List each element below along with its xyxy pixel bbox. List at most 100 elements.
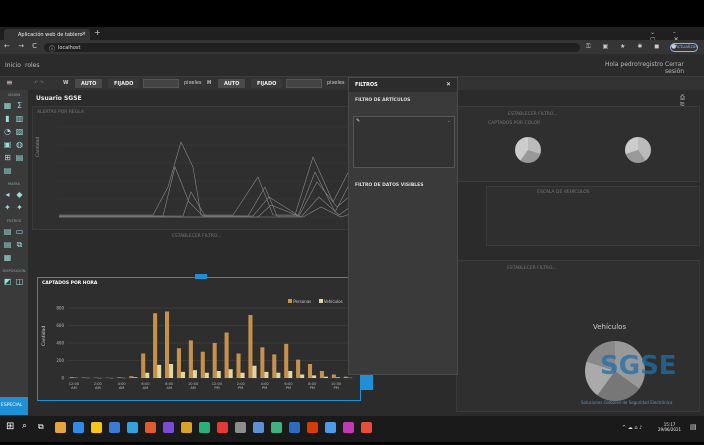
menu-request[interactable]: Hola pedro!	[605, 61, 640, 68]
taskbar-app-13-icon[interactable]	[271, 422, 282, 433]
bar-vehiculos	[240, 372, 245, 378]
special-button[interactable]: ESPECIAL	[0, 397, 28, 415]
bar-vehiculos	[157, 364, 162, 378]
taskbar-app-3-icon[interactable]	[91, 422, 102, 433]
pie-chart-icon[interactable]: ◔	[3, 127, 12, 136]
tab-layout-icon[interactable]: ◫	[15, 277, 24, 286]
y-tick-label: 400	[56, 341, 64, 346]
tray-icons-icon[interactable]: ^ ☁ ⌂ ♪	[622, 425, 642, 431]
nav-arrows-icon[interactable]: ← → C	[4, 42, 40, 50]
bar-personas	[343, 376, 348, 378]
width-input[interactable]	[143, 79, 179, 88]
menu-register[interactable]: registro	[640, 61, 663, 68]
taskbar-app-15-icon[interactable]	[307, 422, 318, 433]
card-icon[interactable]: ▣	[3, 140, 12, 149]
clock: 15:17 29/06/2021	[658, 422, 681, 432]
taskbar-app-11-icon[interactable]	[235, 422, 246, 433]
filter-range-icon[interactable]: ▤	[3, 240, 12, 249]
taskbar-app-5-icon[interactable]	[127, 422, 138, 433]
browser-tab[interactable]: Aplicación web de tablero ×	[4, 29, 90, 40]
special-label: ESPECIAL	[1, 403, 23, 408]
new-tab-icon[interactable]: +	[94, 28, 101, 37]
image-icon[interactable]: ▨	[15, 127, 24, 136]
line-chart-ylabel: Cantidad	[36, 136, 41, 157]
sum-icon[interactable]: Σ	[15, 101, 24, 110]
height-input[interactable]	[286, 79, 322, 88]
auto-width-button[interactable]: AUTO	[75, 79, 103, 88]
filter-combo-icon[interactable]: ▤	[3, 227, 12, 236]
bar-personas	[248, 315, 253, 378]
menu-logout[interactable]: Cerrar sesión	[665, 61, 704, 75]
notifications-icon[interactable]: ▤	[690, 423, 697, 431]
taskbar-app-12-icon[interactable]	[253, 422, 264, 433]
map-pin-icon[interactable]: ◂	[3, 190, 12, 199]
close-icon[interactable]: ✕	[446, 81, 451, 88]
grid-icon[interactable]: ▦	[3, 101, 12, 110]
task-view-icon[interactable]: ⧉	[38, 422, 44, 432]
taskbar-app-14-icon[interactable]	[289, 422, 300, 433]
resize-handle-icon[interactable]	[195, 274, 207, 279]
menu-roles[interactable]: roles	[25, 62, 40, 69]
auto-height-button[interactable]: AUTO	[218, 79, 246, 88]
close-icon[interactable]: ×	[82, 31, 86, 37]
fixed-width-button[interactable]: FIJADO	[108, 79, 140, 88]
layout-icon[interactable]: ◩	[3, 277, 12, 286]
hours-chart-card: ESCALA DE VEHÍCULOS	[486, 186, 700, 246]
filter-tree-icon[interactable]: ⧉	[15, 240, 24, 249]
column-chart-icon[interactable]: ▥	[15, 114, 24, 123]
company-tagline: Soluciones Globales de Seguridad Electró…	[581, 400, 673, 405]
url-field[interactable]: ⓘ localhost	[44, 43, 580, 53]
y-tick-label: 200	[56, 358, 64, 363]
map-route-icon[interactable]: ✦	[15, 203, 24, 212]
taskbar-app-10-icon[interactable]	[217, 422, 228, 433]
bar-chart-card[interactable]: CAPTADOS POR HORA Personas Vehículos Can…	[37, 277, 361, 401]
taskbar-app-9-icon[interactable]	[199, 422, 210, 433]
app-window: Aplicación web de tablero × + ⌄ – ▢ ✕ ← …	[0, 27, 704, 442]
map-shape-icon[interactable]: ◆	[15, 190, 24, 199]
pie-chart-2	[625, 137, 651, 163]
text-icon[interactable]: ▤	[15, 153, 24, 162]
taskbar-app-2-icon[interactable]	[73, 422, 84, 433]
x-tick-label-ampm: AM	[95, 386, 101, 390]
bar-vehiculos	[228, 369, 233, 378]
taskbar-app-16-icon[interactable]	[325, 422, 336, 433]
extensions-icon[interactable]: ⚿ ▣ ★ ✱ ◼ ●	[586, 43, 681, 51]
start-icon[interactable]: ⊞	[6, 421, 14, 432]
bar-personas	[176, 348, 181, 378]
taskbar-app-17-icon[interactable]	[343, 422, 354, 433]
search-icon[interactable]: ⌕	[22, 421, 27, 431]
chevron-down-icon[interactable]: ⌄	[447, 118, 451, 124]
bar-personas	[236, 353, 241, 378]
bar-vehiculos	[276, 372, 281, 378]
taskbar-app-8-icon[interactable]	[181, 422, 192, 433]
width-units: pixeles	[184, 80, 202, 86]
update-button[interactable]: Actualizar	[670, 43, 698, 52]
hours-chart-title: ESCALA DE VEHÍCULOS	[537, 190, 590, 195]
taskbar-app-18-icon[interactable]	[361, 422, 372, 433]
taskbar-app-4-icon[interactable]	[109, 422, 120, 433]
map-bubble-icon[interactable]: ✦	[3, 203, 12, 212]
bar-chart-icon[interactable]: ▮	[3, 114, 12, 123]
x-tick-label-ampm: PM	[238, 386, 243, 390]
fixed-height-button[interactable]: FIJADO	[251, 79, 283, 88]
bar-vehiculos	[264, 371, 269, 378]
bar-personas	[212, 343, 217, 378]
hamburger-icon[interactable]: ≡	[6, 78, 13, 87]
pie-chart-subtitle: CAPTADOS POR COLOR	[488, 121, 541, 126]
undo-redo-icon[interactable]: ↶ ↷	[34, 80, 44, 86]
gauge-icon[interactable]: ◍	[15, 140, 24, 149]
taskbar-app-1-icon[interactable]	[55, 422, 66, 433]
list-icon[interactable]: ▤	[3, 166, 12, 175]
table-icon[interactable]: ⊞	[3, 153, 12, 162]
bar-personas	[224, 332, 229, 378]
filter-list-icon[interactable]: ▭	[15, 227, 24, 236]
menu-home[interactable]: Inicio	[5, 62, 21, 69]
articles-filter-box[interactable]: ✎ ⌄	[353, 116, 455, 168]
bar-vehiculos	[252, 365, 257, 378]
taskbar-app-6-icon[interactable]	[145, 422, 156, 433]
bar-vehiculos	[300, 374, 305, 378]
bar-vehiculos	[323, 376, 329, 378]
filter-date-icon[interactable]: ▦	[3, 253, 12, 262]
taskbar-app-7-icon[interactable]	[163, 422, 174, 433]
pencil-icon[interactable]: ✎	[356, 118, 360, 124]
